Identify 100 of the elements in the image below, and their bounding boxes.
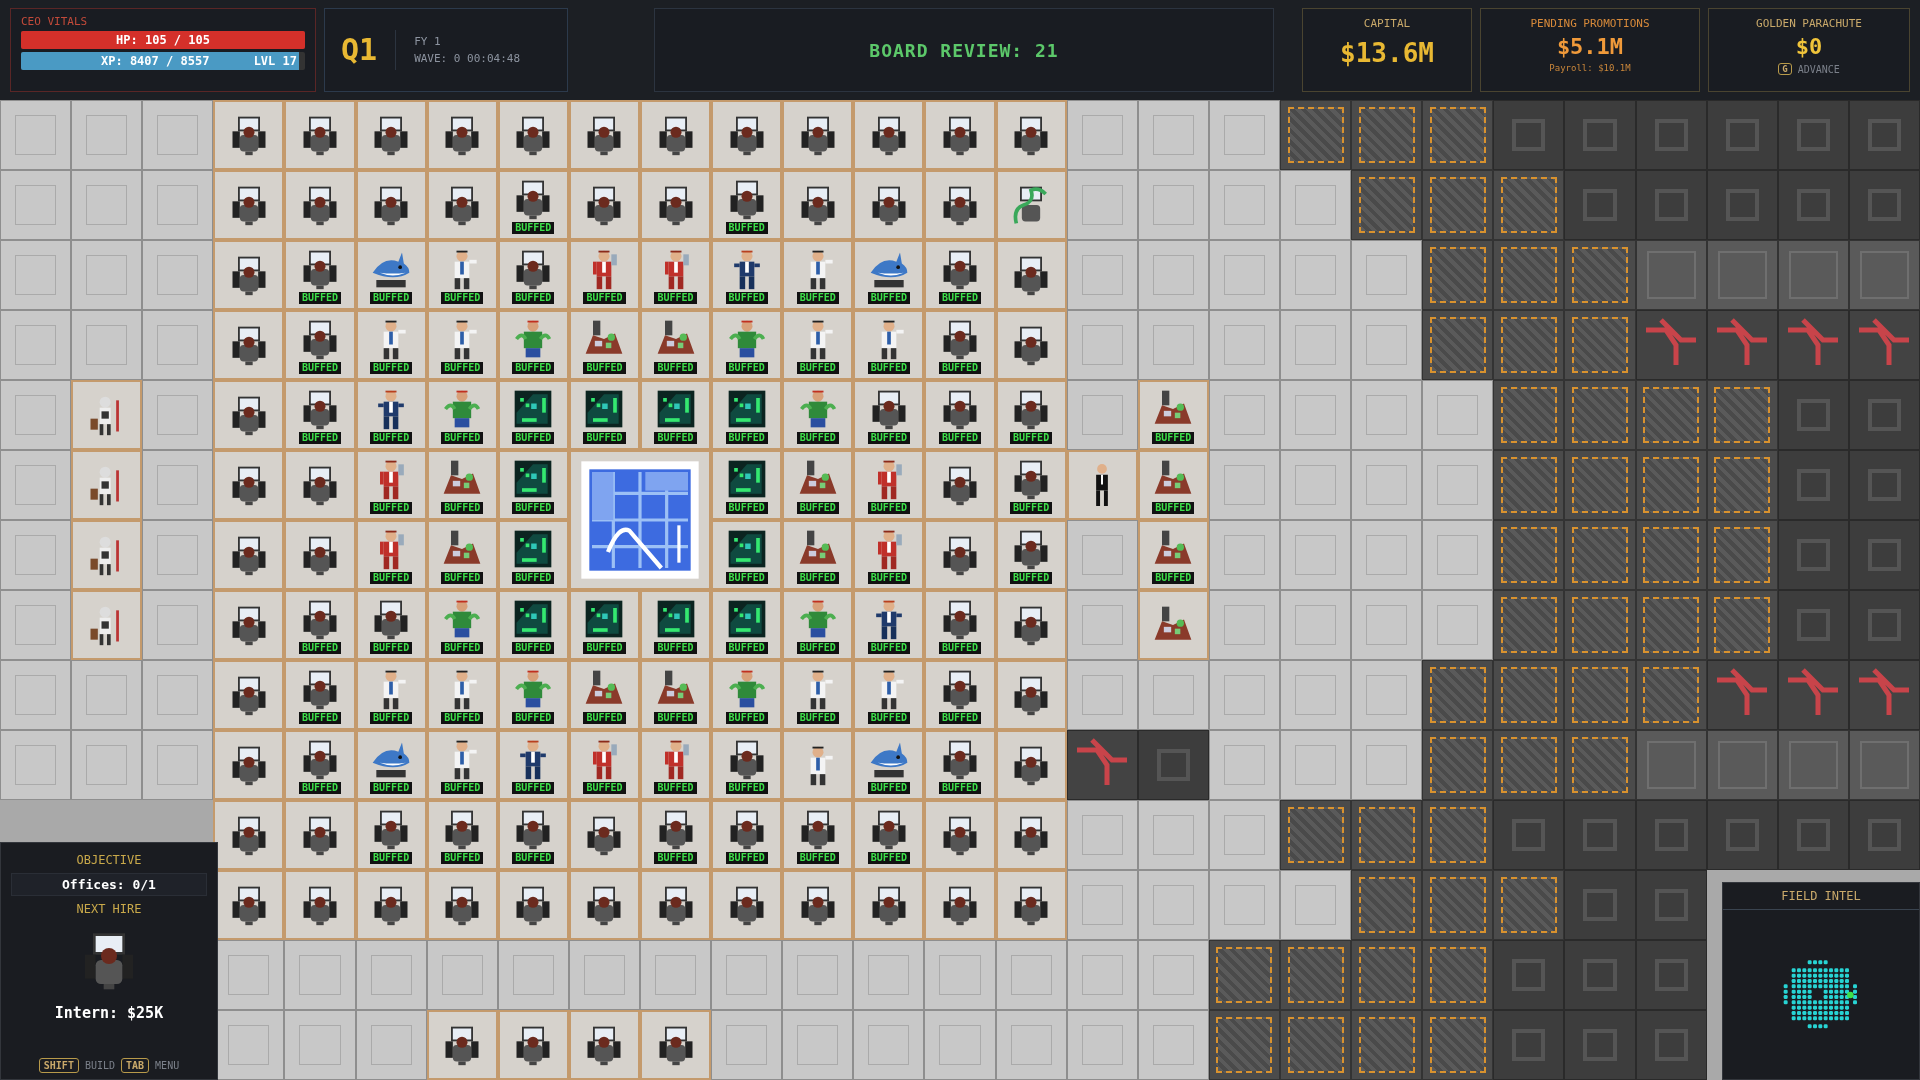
floor-tile <box>1066 1010 1138 1080</box>
buffed-badge: BUFFED <box>725 571 768 584</box>
buffed-badge: BUFFED <box>583 431 626 444</box>
buffed-badge: BUFFED <box>512 571 555 584</box>
floor-tile <box>1280 520 1352 590</box>
crate-icon <box>1429 807 1486 863</box>
machinery-tile <box>1635 940 1707 1010</box>
buffed-badge: BUFFED <box>298 641 342 654</box>
buffed-badge: BUFFED <box>654 851 697 864</box>
panel-title: FIELD INTEL <box>1723 883 1919 910</box>
floor-tile <box>1351 380 1423 450</box>
hint-label: MENU <box>155 1060 180 1071</box>
crate-icon <box>1500 457 1557 513</box>
buffed-badge: BUFFED <box>867 291 910 304</box>
buffed-badge: BUFFED <box>725 851 768 864</box>
floor-tile <box>853 940 925 1010</box>
stat-title: GOLDEN PARACHUTE <box>1756 17 1862 30</box>
floor-tile <box>1208 240 1280 310</box>
floor-tile <box>0 240 72 310</box>
buffed-badge: BUFFED <box>298 361 342 374</box>
buffed-badge: BUFFED <box>796 711 839 724</box>
buffed-badge: BUFFED <box>725 501 768 514</box>
floor-tile <box>924 1010 996 1080</box>
buffed-badge: BUFFED <box>370 571 413 584</box>
crate-icon <box>1358 807 1415 863</box>
crate-icon <box>1714 457 1771 513</box>
crate-icon <box>1429 317 1486 373</box>
floor-tile <box>1137 940 1209 1010</box>
buffed-badge: BUFFED <box>1010 571 1053 584</box>
floor-tile <box>0 520 72 590</box>
crate-icon <box>1358 107 1415 163</box>
panel-title: NEXT HIRE <box>76 902 142 916</box>
buffed-badge: BUFFED <box>867 851 910 864</box>
buffed-badge: BUFFED <box>583 291 626 304</box>
floor-tile <box>1208 730 1280 800</box>
crate-icon <box>1429 737 1486 793</box>
machinery-tile <box>1848 520 1920 590</box>
floor-tile <box>924 940 996 1010</box>
crate-icon <box>1572 387 1628 443</box>
floor-tile <box>426 940 498 1010</box>
crate-icon <box>1287 807 1344 863</box>
buffed-badge: BUFFED <box>654 641 697 654</box>
hire-cost: Intern: $25K <box>54 1004 164 1022</box>
floor-tile <box>1066 170 1138 240</box>
buffed-badge: BUFFED <box>725 711 768 724</box>
buffed-badge: BUFFED <box>796 291 839 304</box>
machinery-tile <box>1635 1010 1707 1080</box>
buffed-badge: BUFFED <box>1152 431 1195 444</box>
floor-tile <box>782 1010 854 1080</box>
buffed-badge: BUFFED <box>938 781 982 794</box>
floor-tile <box>1351 240 1423 310</box>
buffed-badge: BUFFED <box>796 571 839 584</box>
crate-icon <box>1216 947 1273 1003</box>
floor-tile <box>1422 380 1494 450</box>
fiscal-year: FY 1 <box>414 35 442 48</box>
floor-tile <box>355 1010 427 1080</box>
buffed-badge: BUFFED <box>370 431 413 444</box>
buffed-badge: BUFFED <box>370 501 413 514</box>
man-in-suit-icon <box>1095 464 1110 506</box>
buffed-badge: BUFFED <box>654 781 697 794</box>
floor-tile <box>1066 660 1138 730</box>
floor-tile <box>1280 450 1352 520</box>
floor-tile <box>1137 1010 1209 1080</box>
floor-tile <box>0 730 72 800</box>
floor-tile <box>1066 380 1138 450</box>
buffed-badge: BUFFED <box>867 711 910 724</box>
floor-tile <box>782 940 854 1010</box>
machinery-tile <box>1635 870 1707 940</box>
wave-timer: WAVE: 0 00:04:48 <box>414 52 521 65</box>
key-hint: TAB <box>121 1058 150 1073</box>
buffed-badge: BUFFED <box>867 501 910 514</box>
floor-tile <box>1066 520 1138 590</box>
crate-icon <box>1714 597 1771 653</box>
machinery-tile <box>1777 100 1849 170</box>
floor-tile <box>995 940 1067 1010</box>
machinery-tile <box>1635 800 1707 870</box>
buffed-badge: BUFFED <box>725 781 768 794</box>
floor-tile <box>142 590 214 660</box>
floor-tile <box>1208 310 1280 380</box>
machinery-tile <box>1706 800 1778 870</box>
buffed-badge: BUFFED <box>796 641 839 654</box>
crate-icon <box>1429 177 1486 233</box>
floor-tile <box>0 590 72 660</box>
level-label: LVL 17 <box>253 54 297 68</box>
floor-tile <box>1137 870 1209 940</box>
floor-tile <box>711 1010 783 1080</box>
buffed-badge: BUFFED <box>298 291 342 304</box>
floor-tile <box>1137 100 1209 170</box>
panel-title: CEO VITALS <box>21 15 89 28</box>
quarter-label: Q1 <box>341 30 397 70</box>
buffed-badge: BUFFED <box>512 501 555 514</box>
floor-tile <box>1280 380 1352 450</box>
buffed-badge: BUFFED <box>298 711 342 724</box>
floor-tile <box>142 730 214 800</box>
crate-icon <box>1572 317 1628 373</box>
crate-icon <box>1429 667 1486 723</box>
crate-icon <box>1643 387 1700 443</box>
buffed-badge: BUFFED <box>441 571 484 584</box>
crate-icon <box>1358 177 1415 233</box>
crate-icon <box>1500 177 1557 233</box>
